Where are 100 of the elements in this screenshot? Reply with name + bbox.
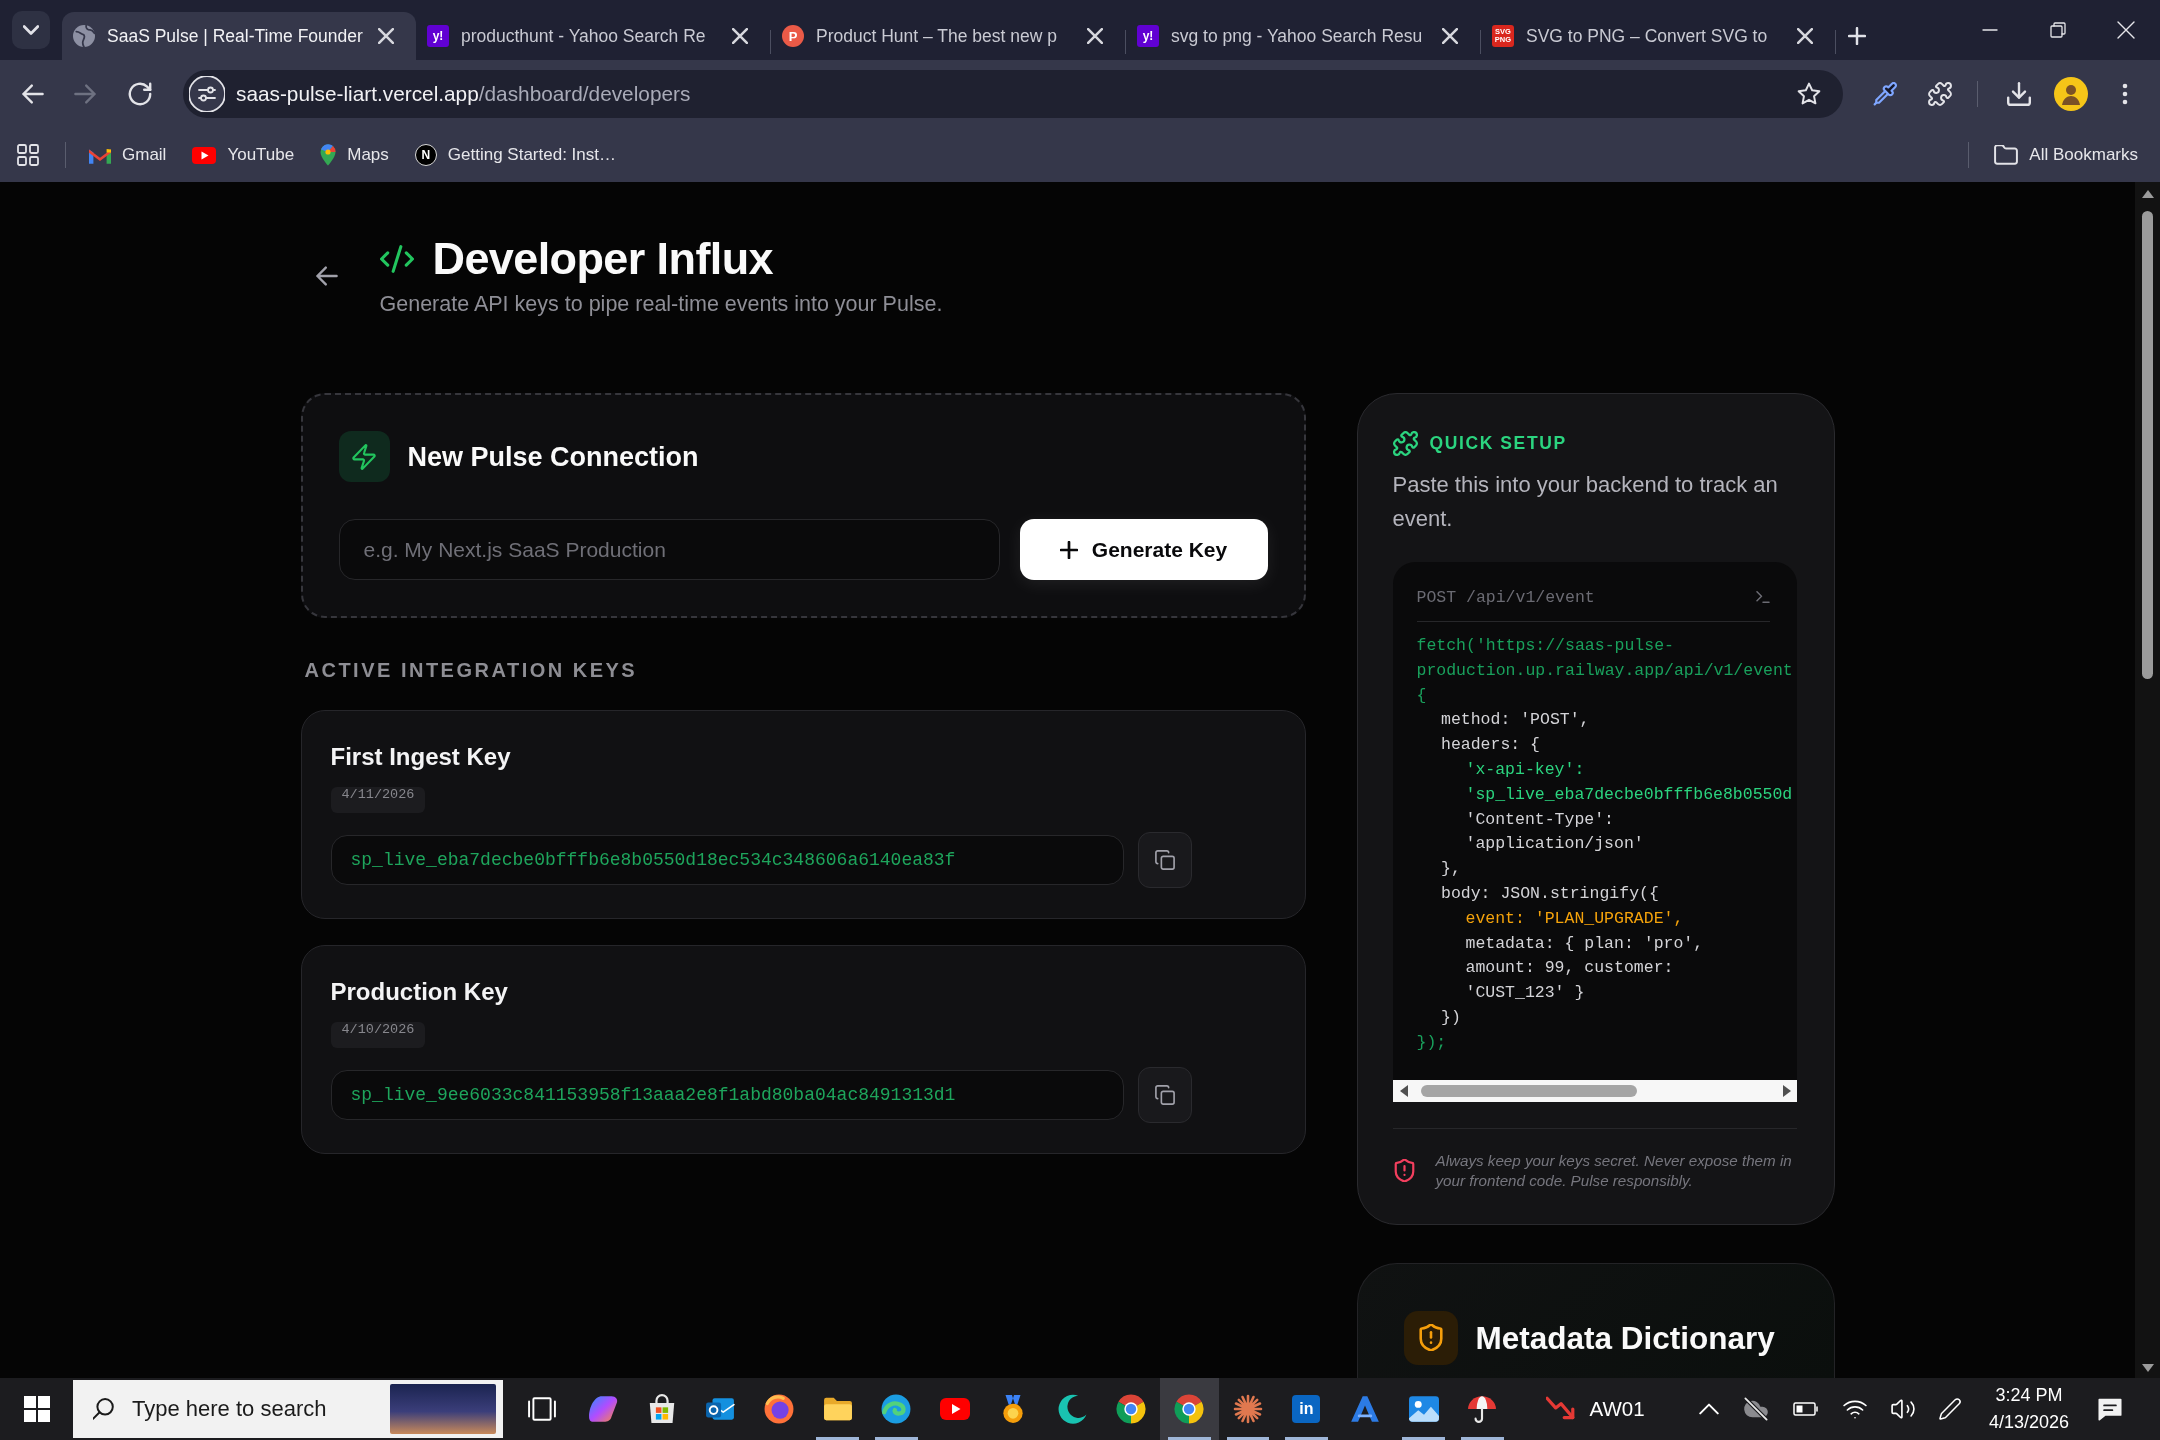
endpoint-label: POST /api/v1/event [1416,587,1595,607]
chevron-down-icon [23,25,39,35]
close-icon[interactable] [1442,28,1458,44]
arrow-left-icon[interactable] [21,82,45,106]
page-subtitle: Generate API keys to pipe real-time events into your Pulse. [379,291,943,318]
plus-icon[interactable] [1848,27,1866,45]
tab-search-button[interactable] [12,11,50,49]
up-arrow-icon[interactable] [2141,190,2154,198]
plus-icon [1059,540,1078,559]
scrollbar-thumb[interactable] [1420,1084,1637,1097]
segmented-circle-icon [1115,1394,1146,1424]
minimize-icon[interactable] [1982,29,1998,31]
code-line: 'sp_live_eba7decbe0bfffb6e8b0550d [1465,783,1794,806]
puzzle-icon[interactable] [1928,82,1952,106]
bookmark-link[interactable]: YouTube [182,139,305,171]
restore-icon[interactable] [2050,22,2066,38]
pen-icon[interactable] [1938,1398,1961,1420]
browser-tab[interactable]: y! svg to png - Yahoo Search Resu [1126,12,1480,60]
code-line: }, [1441,858,1462,881]
grid-icon[interactable] [17,144,39,166]
copy-icon [1154,1085,1175,1105]
code-line: }); [1416,1031,1448,1054]
wifi-icon[interactable] [1842,1399,1867,1419]
code-line: 'Content-Type': [1465,808,1616,831]
eyedropper-icon[interactable] [1873,82,1897,106]
bookmark-link[interactable]: Gmail [79,139,177,171]
battery-icon[interactable] [1792,1401,1819,1417]
horizontal-scrollbar[interactable] [1392,1079,1797,1102]
four-panes-icon[interactable] [23,1396,50,1422]
vertical-scrollbar[interactable] [2135,182,2160,1378]
lightning-icon [338,431,390,482]
clock-date[interactable]: 4/13/2026 [1988,1409,2069,1436]
avatar-icon[interactable] [2054,77,2088,111]
taskbar-button[interactable] [1159,1378,1219,1440]
key-name: First Ingest Key [330,743,511,771]
generate-key-button[interactable]: Generate Key [1019,519,1268,580]
copy-button[interactable] [1137,1067,1192,1123]
security-warning: Always keep your keys secret. Never expose them in your frontend code. Pulse responsibly. [1435,1150,1793,1191]
browser-tab[interactable]: y! producthunt - Yahoo Search Re [416,12,770,60]
mail-icon [89,146,111,164]
scrollbar-thumb[interactable] [2142,211,2153,679]
close-icon[interactable] [1087,28,1103,44]
code-line: method: 'POST', [1441,709,1591,732]
peak-icon [1350,1394,1380,1424]
code-icon [379,244,414,273]
chevron-up-icon[interactable] [1698,1403,1719,1415]
search-icon [93,1398,115,1420]
site-favicon: y! [1137,25,1159,47]
down-arrow-icon[interactable] [2141,1364,2154,1372]
panel-heading: QUICK SETUP [1429,432,1567,454]
play-icon [192,146,217,164]
api-key-field[interactable]: sp_live_9ee6033c841153958f13aaa2e8f1abd80ba04ac8491313d1 [330,1070,1124,1120]
code-line: 'x-api-key': [1465,759,1586,781]
code-line: }) [1441,1006,1462,1029]
bookmark-link[interactable]: Maps [310,138,399,172]
play-icon [939,1398,970,1420]
cloud-off-icon[interactable] [1742,1397,1769,1421]
segmented-circle-icon [1174,1394,1205,1424]
copy-icon [1154,850,1175,870]
code-line: amount: 99, customer: [1465,957,1675,980]
code-line: headers: { [1441,734,1542,757]
close-icon[interactable] [378,28,394,44]
taskbar-button[interactable]: in [1277,1378,1336,1440]
kebab-menu-icon[interactable] [2122,83,2128,105]
taskbar-button[interactable]: AW01 [1531,1378,1661,1440]
umbrella-icon [1467,1394,1498,1424]
speaker-icon[interactable] [1890,1398,1915,1420]
browser-tab[interactable]: SaaS Pulse | Real-Time Founder [62,12,416,60]
bookmark-link[interactable]: N Getting Started: Inst… [404,138,626,172]
sliders-icon[interactable] [189,76,225,112]
page-title: Developer Influx [432,232,773,285]
left-arrow-icon[interactable] [1399,1084,1408,1097]
section-heading: ACTIVE INTEGRATION KEYS [304,658,638,682]
arrow-left-icon[interactable] [314,263,339,288]
connection-name-input[interactable]: e.g. My Next.js SaaS Production [338,519,1000,580]
close-icon[interactable] [1797,28,1813,44]
star-icon[interactable] [1797,82,1821,106]
site-favicon: y! [427,25,449,47]
folder-icon [1994,145,2019,165]
address-bar[interactable]: saas-pulse-liart.vercel.app/dashboard/developers [183,70,1843,118]
close-icon[interactable] [732,28,748,44]
card-title: New Pulse Connection [407,440,699,474]
map-pin-icon [320,144,337,166]
browser-tab[interactable]: P Product Hunt – The best new p [771,12,1125,60]
bookmark-link[interactable]: All Bookmarks [1984,139,2148,171]
api-key-field[interactable]: sp_live_eba7decbe0bfffb6e8b0550d18ec534c348606a6140ea83f [330,835,1124,885]
code-line: production.up.railway.app/api/v1/event [1416,659,1794,682]
message-icon[interactable] [2097,1397,2123,1421]
clock-time[interactable]: 3:24 PM [1995,1382,2063,1409]
close-icon[interactable] [2117,21,2135,39]
puzzle-icon [1392,430,1418,456]
code-line: event: 'PLAN_UPGRADE', [1465,907,1685,930]
card-title: Metadata Dictionary [1475,1318,1775,1357]
circular-arrow-icon[interactable] [128,82,152,106]
copy-button[interactable] [1137,832,1192,888]
panels-icon[interactable] [528,1397,556,1421]
site-favicon: P [782,25,804,47]
right-arrow-icon[interactable] [1782,1084,1791,1097]
image-icon [1408,1394,1439,1424]
download-icon[interactable] [2007,82,2031,106]
